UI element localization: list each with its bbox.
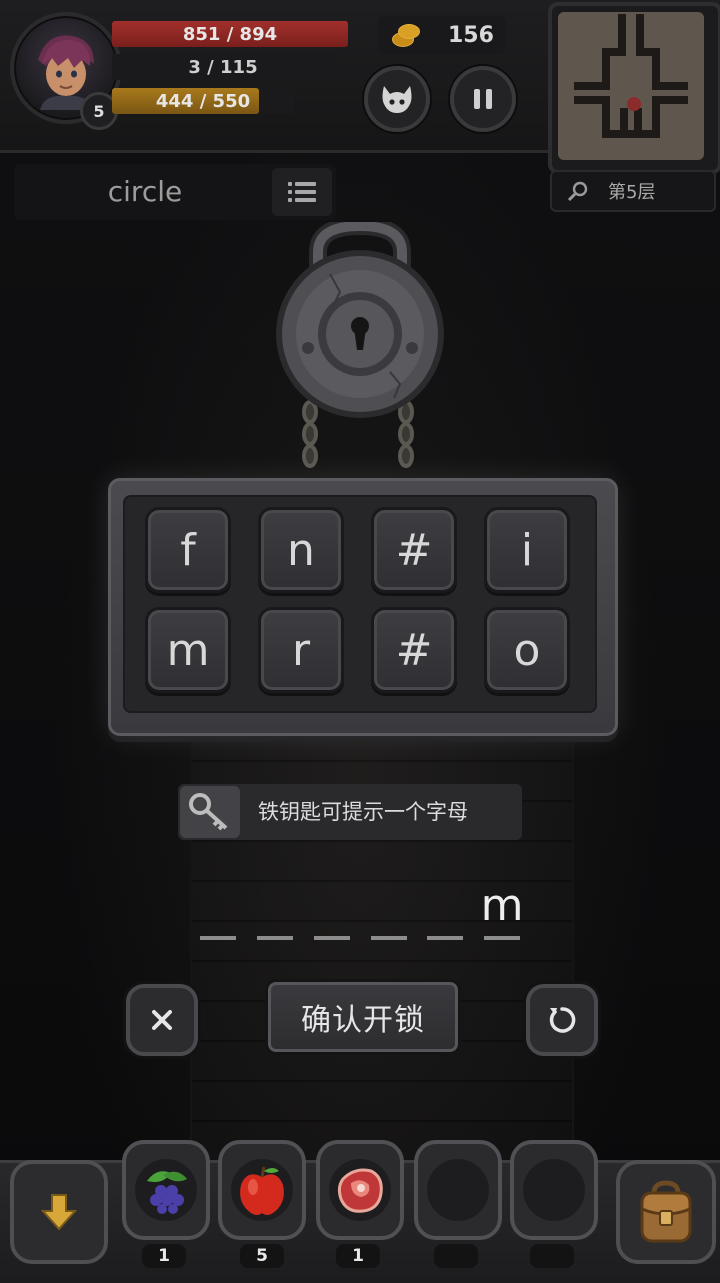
letter-panel: f n # i m r # o	[108, 478, 618, 736]
letter-key-6[interactable]: r	[258, 607, 344, 693]
list-icon	[288, 182, 316, 202]
answer-slot-1-line	[200, 936, 236, 940]
refresh-icon	[549, 1007, 576, 1033]
floor-indicator[interactable]: 第5层	[550, 170, 716, 212]
word-list-button[interactable]	[272, 168, 332, 216]
letter-key-5[interactable]: m	[145, 607, 231, 693]
xp-label: 444 / 550	[155, 90, 251, 112]
drop-button[interactable]	[10, 1160, 108, 1264]
answer-slot-5-line	[427, 936, 463, 940]
letter-key-3[interactable]: #	[371, 507, 457, 593]
search-icon	[568, 181, 588, 201]
letter-key-8[interactable]: o	[484, 607, 570, 693]
hint-key-button[interactable]	[180, 786, 240, 838]
pause-icon	[474, 89, 492, 109]
minimap[interactable]	[548, 2, 720, 174]
close-icon	[152, 1010, 172, 1030]
letter-grid: f n # i m r # o	[123, 495, 597, 713]
inventory-slot-2[interactable]	[218, 1140, 306, 1240]
blackberry-icon	[147, 1171, 187, 1214]
mp-bar: 3 / 115	[112, 54, 334, 80]
floor-label: 第5层	[608, 182, 656, 203]
inventory-slot-3[interactable]	[316, 1140, 404, 1240]
empty-slot	[523, 1159, 585, 1221]
letter-key-1[interactable]: f	[145, 507, 231, 593]
word-hint-text: circle	[107, 175, 183, 208]
letter-key-4[interactable]: i	[484, 507, 570, 593]
word-hint-box: circle	[14, 164, 336, 220]
inventory-slot-1[interactable]	[122, 1140, 210, 1240]
answer-slot-6[interactable]: m	[478, 880, 526, 931]
empty-slot	[427, 1159, 489, 1221]
answer-slot-4-line	[371, 936, 407, 940]
inventory-count-3: 1	[336, 1244, 380, 1268]
clear-button[interactable]	[126, 984, 198, 1056]
letter-key-7[interactable]: #	[371, 607, 457, 693]
reset-button[interactable]	[526, 984, 598, 1056]
answer-slot-2-line	[257, 936, 293, 940]
padlock	[270, 216, 450, 482]
inventory-count-4	[434, 1244, 478, 1268]
hint-text: 铁钥匙可提示一个字母	[258, 800, 468, 824]
apple-icon	[240, 1166, 284, 1215]
arrow-down-icon	[41, 1194, 77, 1231]
iron-key-hint[interactable]: 铁钥匙可提示一个字母	[178, 784, 522, 840]
key-icon	[189, 793, 228, 831]
coin-icon	[392, 22, 420, 48]
hp-bar: 851 / 894	[112, 21, 348, 47]
xp-bar: 444 / 550	[112, 88, 259, 114]
letter-key-2[interactable]: n	[258, 507, 344, 593]
inventory-slot-4[interactable]	[414, 1140, 502, 1240]
confirm-unlock-button[interactable]: 确认开锁	[268, 982, 458, 1052]
backpack-icon	[640, 1180, 692, 1243]
inventory-count-2: 5	[240, 1244, 284, 1268]
monster-icon	[382, 86, 412, 113]
meat-icon	[337, 1168, 383, 1213]
inventory-count-1: 1	[142, 1244, 186, 1268]
coin-counter: 156	[378, 16, 506, 54]
coin-value: 156	[448, 22, 494, 48]
pause-button[interactable]	[450, 66, 516, 132]
monster-button[interactable]	[364, 66, 430, 132]
inventory-slot-5[interactable]	[510, 1140, 598, 1240]
answer-slot-3-line	[314, 936, 350, 940]
backpack-button[interactable]	[616, 1160, 716, 1264]
inventory-count-5	[530, 1244, 574, 1268]
answer-slot-6-line	[484, 936, 520, 940]
